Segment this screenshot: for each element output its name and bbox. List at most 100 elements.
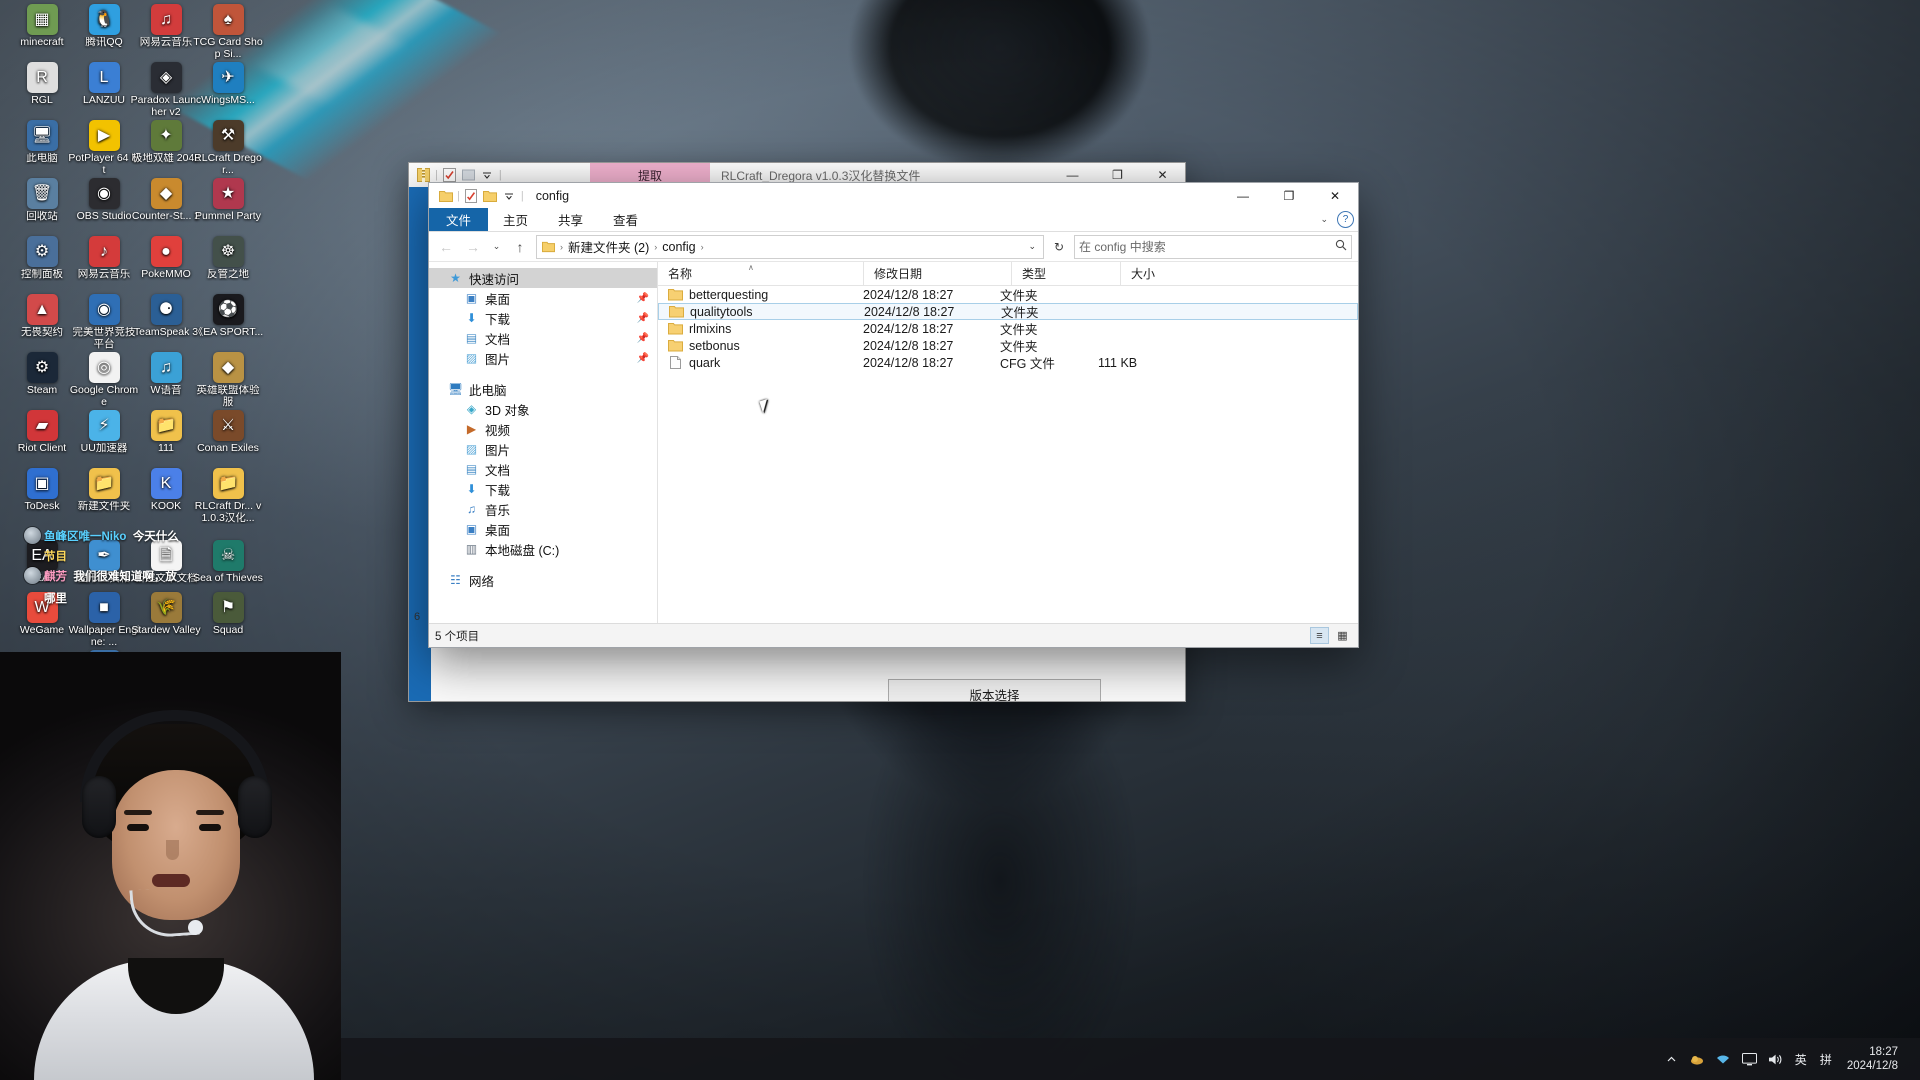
nav-item-11[interactable]: ♫ 音乐 <box>429 499 657 519</box>
up-button[interactable]: ↑ <box>509 236 531 258</box>
desktop-icon[interactable]: 📁 RLCraft Dr... v1.0.3汉化... <box>192 468 264 524</box>
desktop-icon[interactable]: ⚒ RLCraft Dregor... <box>192 120 264 176</box>
forward-button[interactable]: → <box>462 236 484 258</box>
archive-icon[interactable] <box>416 168 431 183</box>
file-name-cell[interactable]: setbonus <box>658 339 853 353</box>
network-icon[interactable] <box>1715 1051 1732 1068</box>
explorer-quick-access-toolbar[interactable]: | | config <box>429 188 569 203</box>
nav-item-2[interactable]: ⬇ 下载 📌 <box>429 308 657 328</box>
nav-item-10[interactable]: ⬇ 下载 <box>429 479 657 499</box>
explorer-titlebar[interactable]: | | config — ❐ ✕ <box>429 183 1358 208</box>
column-headers[interactable]: 名称 ∧ 修改日期 类型 大小 <box>658 262 1358 286</box>
desktop-icon[interactable]: ⚽ 《EA SPORT... <box>192 294 264 339</box>
column-header-date[interactable]: 修改日期 <box>864 262 1012 285</box>
volume-icon[interactable] <box>1767 1051 1784 1068</box>
clock[interactable]: 18:27 2024/12/8 <box>1843 1045 1908 1073</box>
back-button[interactable]: ← <box>435 236 457 258</box>
explorer-maximize-button[interactable]: ❐ <box>1266 183 1312 208</box>
checklist-icon[interactable] <box>442 168 457 183</box>
file-row[interactable]: quark 2024/12/8 18:27 CFG 文件 111 KB <box>658 354 1358 371</box>
file-row[interactable]: rlmixins 2024/12/8 18:27 文件夹 <box>658 320 1358 337</box>
properties-icon[interactable] <box>464 188 479 203</box>
search-input[interactable]: 在 config 中搜索 <box>1079 238 1335 255</box>
desktop-icon[interactable]: ⚑ Squad <box>192 592 264 637</box>
nav-item-12[interactable]: ▣ 桌面 <box>429 519 657 539</box>
nav-item-9[interactable]: ▤ 文档 <box>429 459 657 479</box>
taskbar[interactable]: 英 拼 18:27 2024/12/8 <box>341 1038 1920 1080</box>
ribbon-tab-1[interactable]: 主页 <box>488 208 543 231</box>
file-row[interactable]: betterquesting 2024/12/8 18:27 文件夹 <box>658 286 1358 303</box>
file-explorer-window[interactable]: | | config — ❐ ✕ 文件 主页 共享 查看 ⌄? ← → ⌄ ↑ … <box>428 182 1359 648</box>
file-row[interactable]: qualitytools 2024/12/8 18:27 文件夹 <box>658 303 1358 320</box>
pin-icon[interactable]: 📌 <box>637 353 649 364</box>
icons-view-button[interactable]: ▦ <box>1333 627 1352 644</box>
refresh-button[interactable]: ↻ <box>1049 240 1069 254</box>
version-select-button[interactable]: 版本选择 <box>888 679 1101 701</box>
pin-icon[interactable]: 📌 <box>637 313 649 324</box>
nav-item-0[interactable]: ★ 快速访问 <box>429 268 657 288</box>
column-header-size[interactable]: 大小 <box>1121 262 1358 285</box>
breadcrumb-item-1[interactable]: config <box>662 240 695 254</box>
cloud-sync-icon[interactable] <box>1689 1051 1706 1068</box>
file-name-cell[interactable]: rlmixins <box>658 322 853 336</box>
desktop-icon[interactable]: ☠ Sea of Thieves <box>192 540 264 585</box>
file-name-cell[interactable]: qualitytools <box>659 305 854 319</box>
desktop-icon[interactable]: ⚔ Conan Exiles <box>192 410 264 455</box>
help-icon[interactable]: ? <box>1337 211 1354 228</box>
new-folder-icon[interactable] <box>483 188 498 203</box>
archiver-quick-access-toolbar[interactable]: | | <box>409 168 502 183</box>
explorer-close-button[interactable]: ✕ <box>1312 183 1358 208</box>
breadcrumb-separator-1[interactable]: › <box>652 242 659 252</box>
desktop-icon[interactable]: ◆ 英雄联盟体验服 <box>192 352 264 408</box>
dropdown-caret-icon[interactable] <box>480 168 495 183</box>
nav-item-13[interactable]: ▥ 本地磁盘 (C:) <box>429 539 657 559</box>
pin-icon[interactable]: 📌 <box>637 333 649 344</box>
ribbon-tab-0[interactable]: 文件 <box>429 208 489 231</box>
dropdown-caret-icon[interactable] <box>502 188 517 203</box>
explorer-ribbon-tabs[interactable]: 文件 主页 共享 查看 ⌄? <box>429 208 1358 232</box>
ribbon-right-controls[interactable]: ⌄? <box>1320 208 1354 231</box>
desktop-icon[interactable]: ✈ WingsMS... <box>192 62 264 107</box>
ime-mode-indicator[interactable]: 拼 <box>1818 1051 1834 1068</box>
file-rows[interactable]: betterquesting 2024/12/8 18:27 文件夹 qualityt… <box>658 286 1358 623</box>
folder-icon[interactable] <box>461 168 476 183</box>
ribbon-tab-2[interactable]: 共享 <box>543 208 598 231</box>
column-header-name[interactable]: 名称 ∧ <box>658 262 864 285</box>
ribbon-tab-3[interactable]: 查看 <box>598 208 653 231</box>
explorer-window-controls[interactable]: — ❐ ✕ <box>1220 183 1358 208</box>
desktop-icon[interactable]: ★ Pummel Party <box>192 178 264 223</box>
nav-item-14[interactable]: ☷ 网络 <box>429 570 657 590</box>
system-tray[interactable]: 英 拼 18:27 2024/12/8 <box>1663 1045 1920 1073</box>
breadcrumb-separator-0[interactable]: › <box>558 242 565 252</box>
nav-item-4[interactable]: ▨ 图片 📌 <box>429 348 657 368</box>
file-name-cell[interactable]: betterquesting <box>658 288 853 302</box>
column-header-type[interactable]: 类型 <box>1012 262 1121 285</box>
monitor-icon[interactable] <box>1741 1051 1758 1068</box>
recent-locations-button[interactable]: ⌄ <box>489 236 504 258</box>
nav-item-3[interactable]: ▤ 文档 📌 <box>429 328 657 348</box>
pin-icon[interactable]: 📌 <box>637 293 649 304</box>
show-hidden-icons-icon[interactable] <box>1663 1051 1680 1068</box>
nav-item-6[interactable]: ◈ 3D 对象 <box>429 399 657 419</box>
nav-item-8[interactable]: ▨ 图片 <box>429 439 657 459</box>
desktop-icon[interactable]: ☸ 反管之地 <box>192 236 264 281</box>
details-view-button[interactable]: ≡ <box>1310 627 1329 644</box>
breadcrumb-item-0[interactable]: 新建文件夹 (2) <box>568 237 649 256</box>
explorer-minimize-button[interactable]: — <box>1220 183 1266 208</box>
file-list-pane[interactable]: 名称 ∧ 修改日期 类型 大小 betterquesting 2024/12/8 18:2… <box>658 262 1358 623</box>
ime-language-indicator[interactable]: 英 <box>1793 1051 1809 1068</box>
folder-icon[interactable] <box>438 188 453 203</box>
nav-item-5[interactable]: 🖥 此电脑 <box>429 379 657 399</box>
nav-item-7[interactable]: ▶ 视频 <box>429 419 657 439</box>
desktop-icon[interactable]: ♠ TCG Card Shop Si... <box>192 4 264 60</box>
file-row[interactable]: setbonus 2024/12/8 18:27 文件夹 <box>658 337 1358 354</box>
search-icon[interactable] <box>1335 239 1347 254</box>
view-mode-buttons[interactable]: ≡ ▦ <box>1310 627 1352 644</box>
ribbon-collapse-chevron-down-icon[interactable]: ⌄ <box>1320 214 1328 225</box>
file-name-cell[interactable]: quark <box>658 356 853 370</box>
breadcrumb-bar[interactable]: › 新建文件夹 (2) › config › ⌄ <box>536 234 1044 259</box>
search-box[interactable]: 在 config 中搜索 <box>1074 234 1352 259</box>
address-dropdown-caret-icon[interactable]: ⌄ <box>1028 241 1039 252</box>
navigation-pane[interactable]: ★ 快速访问 ▣ 桌面 📌 ⬇ 下载 📌 ▤ 文档 📌 ▨ 图片 📌 🖥 此电脑 ◈ 3D 对象 ▶ 视频 ▨ 图片 ▤ 文档… <box>429 262 658 623</box>
nav-item-1[interactable]: ▣ 桌面 📌 <box>429 288 657 308</box>
